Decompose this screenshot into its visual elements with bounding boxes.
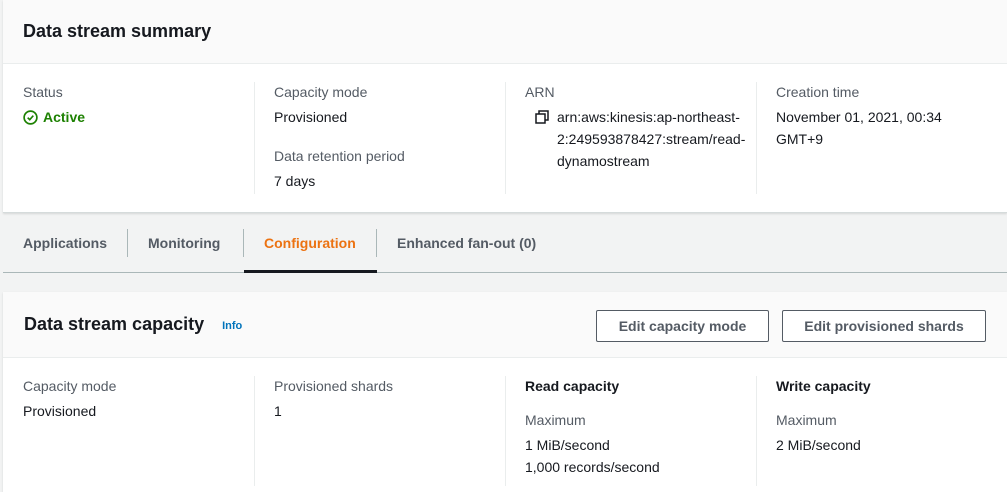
- creation-time-value: November 01, 2021, 00:34 GMT+9: [776, 109, 942, 147]
- read-capacity-column: Read capacity Maximum 1 MiB/second 1,000…: [505, 376, 756, 486]
- read-capacity-label: Read capacity: [525, 378, 620, 394]
- copy-icon[interactable]: [535, 110, 549, 124]
- status-text: Active: [43, 109, 86, 125]
- tab-label: Enhanced fan-out (0): [397, 234, 537, 251]
- provisioned-shards-value: 1: [274, 403, 282, 419]
- retention-label: Data retention period: [274, 148, 405, 164]
- creation-time-label: Creation time: [776, 84, 860, 100]
- capacity-column: Capacity mode Provisioned Data retention…: [254, 82, 505, 194]
- summary-header: Data stream summary: [3, 0, 1007, 64]
- capacity-header: Data stream capacity Info Edit capacity …: [3, 292, 1007, 358]
- tab-applications[interactable]: Applications: [3, 213, 128, 272]
- read-records-value: 1,000 records/second: [525, 459, 660, 475]
- tab-enhanced-fan-out[interactable]: Enhanced fan-out (0): [377, 213, 556, 272]
- status-column: Status Active: [3, 82, 254, 194]
- capacity-mode-value: Provisioned: [23, 403, 97, 419]
- provisioned-shards-label: Provisioned shards: [274, 378, 394, 394]
- status-label: Status: [23, 84, 63, 100]
- write-maximum-label: Maximum: [776, 412, 837, 428]
- info-link[interactable]: Info: [222, 320, 242, 332]
- capacity-title: Data stream capacity: [24, 314, 205, 334]
- data-stream-capacity-panel: Data stream capacity Info Edit capacity …: [3, 292, 1007, 492]
- write-capacity-label: Write capacity: [776, 378, 871, 394]
- write-capacity-column: Write capacity Maximum 2 MiB/second: [756, 376, 1007, 486]
- tab-label: Monitoring: [148, 234, 221, 251]
- arn-column: ARN arn:aws:kinesis:ap-northeast-2:24959…: [505, 82, 756, 194]
- tab-configuration[interactable]: Configuration: [244, 213, 377, 273]
- retention-value: 7 days: [274, 173, 316, 189]
- tab-label: Configuration: [264, 234, 356, 251]
- capacity-mode-column: Capacity mode Provisioned: [3, 376, 254, 486]
- arn-text: arn:aws:kinesis:ap-northeast-2:249593878…: [557, 109, 746, 169]
- arn-value: arn:aws:kinesis:ap-northeast-2:249593878…: [525, 106, 756, 172]
- summary-columns: Status Active Capacity mode Provisioned …: [3, 82, 1007, 194]
- capacity-columns: Capacity mode Provisioned Provisioned sh…: [3, 376, 1007, 486]
- status-value: Active: [23, 106, 254, 128]
- capacity-mode-label: Capacity mode: [23, 378, 117, 394]
- tab-bar: Applications Monitoring Configuration En…: [3, 213, 1007, 273]
- data-stream-summary-panel: Data stream summary Status Active Capaci…: [3, 0, 1007, 213]
- write-mib-value: 2 MiB/second: [776, 437, 861, 453]
- shards-column: Provisioned shards 1: [254, 376, 505, 486]
- edit-capacity-mode-button[interactable]: Edit capacity mode: [596, 310, 769, 342]
- read-mib-value: 1 MiB/second: [525, 437, 610, 453]
- tab-label: Applications: [23, 234, 108, 251]
- edit-provisioned-shards-button[interactable]: Edit provisioned shards: [782, 310, 986, 342]
- arn-label: ARN: [525, 84, 555, 100]
- tab-monitoring[interactable]: Monitoring: [128, 213, 244, 272]
- summary-title: Data stream summary: [23, 21, 212, 41]
- read-maximum-label: Maximum: [525, 412, 586, 428]
- creation-column: Creation time November 01, 2021, 00:34 G…: [756, 82, 1007, 194]
- capacity-mode-value: Provisioned: [274, 109, 348, 125]
- check-circle-icon: [23, 109, 38, 125]
- capacity-mode-label: Capacity mode: [274, 84, 368, 100]
